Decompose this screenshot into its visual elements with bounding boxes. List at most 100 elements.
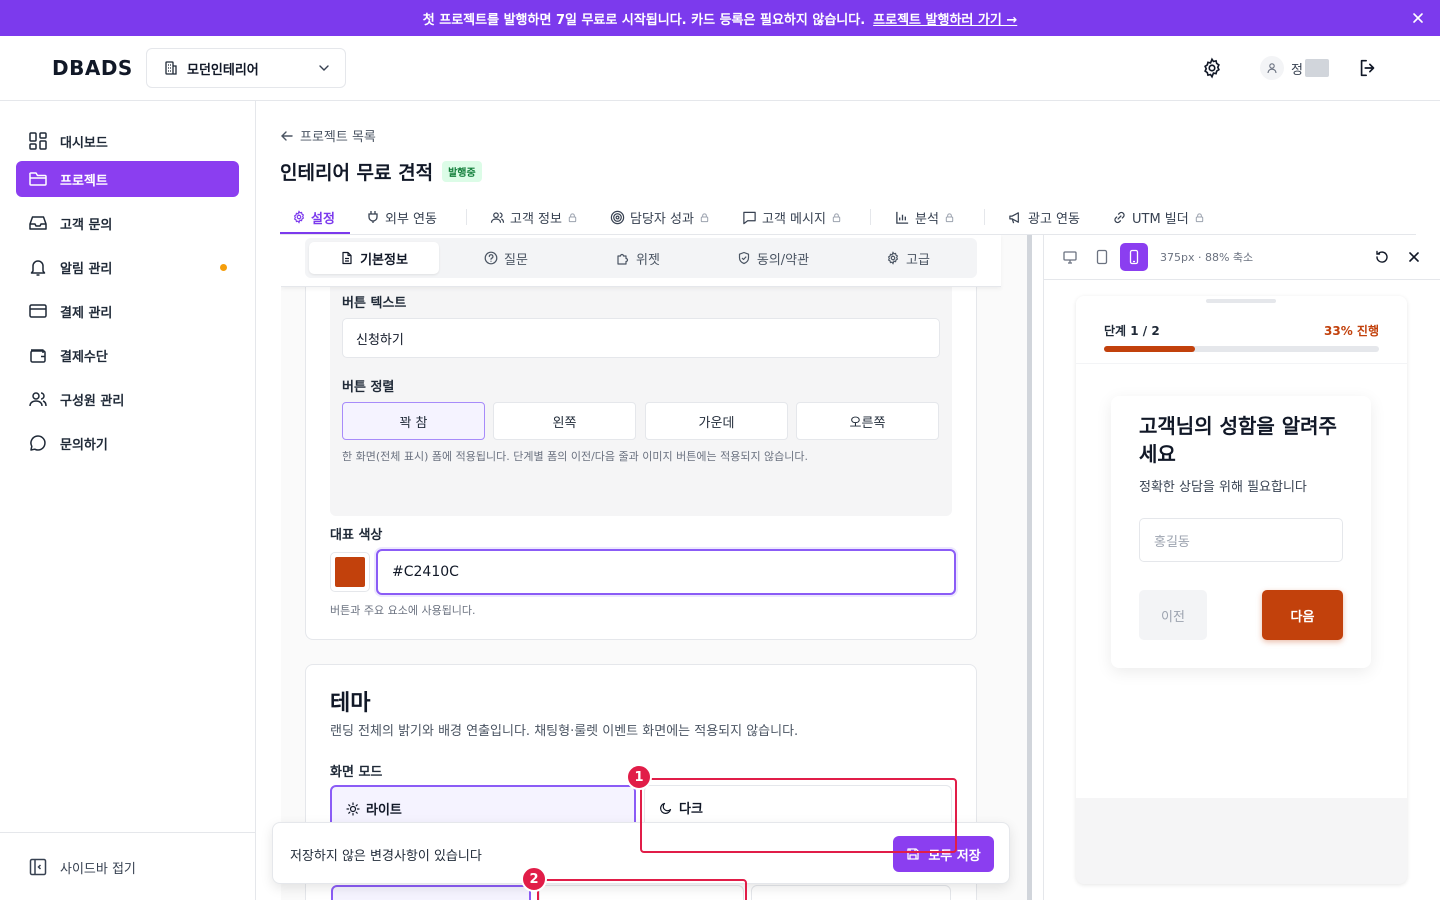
- sidebar-collapse-button[interactable]: 사이드바 접기: [28, 857, 136, 877]
- moon-icon: [659, 801, 673, 815]
- progress-bar-fill: [1104, 346, 1195, 352]
- theme-title: 테마: [330, 691, 371, 716]
- tab-ad-integration[interactable]: 광고 연동: [1008, 200, 1080, 234]
- lock-icon: [1194, 212, 1205, 223]
- subtab-widget[interactable]: 위젯: [573, 242, 703, 274]
- sidebar-item-projects[interactable]: 프로젝트: [16, 161, 239, 197]
- preview-panel: 375px · 88% 축소 단계 1 / 2 33% 진행 고객님의 성함을 …: [1044, 235, 1440, 900]
- sidebar-item-billing[interactable]: 결제 관리: [16, 293, 239, 329]
- tab-integrations[interactable]: 외부 연동: [366, 200, 437, 234]
- sidebar-item-notifications[interactable]: 알림 관리: [16, 249, 239, 285]
- option-card[interactable]: [751, 885, 951, 900]
- preview-toolbar: 375px · 88% 축소: [1044, 235, 1440, 280]
- button-text-input[interactable]: 신청하기: [342, 318, 940, 358]
- align-left-button[interactable]: 왼쪽: [493, 402, 636, 440]
- sidebar-item-inquiries[interactable]: 고객 문의: [16, 205, 239, 241]
- document-icon: [340, 251, 354, 265]
- theme-description: 랜딩 전체의 밝기와 배경 연출입니다. 채팅형·룰렛 이벤트 화면에는 적용되…: [330, 724, 799, 739]
- align-hint: 한 화면(전체 표시) 폼에 적용됩니다. 단계별 폼의 이전/다음 줄과 이미…: [342, 450, 809, 463]
- subtab-consent[interactable]: 동의/약관: [705, 242, 841, 274]
- status-badge: 발행중: [442, 161, 482, 182]
- sidebar-item-dashboard[interactable]: 대시보드: [16, 123, 239, 159]
- tab-utm-builder[interactable]: UTM 빌더: [1112, 200, 1205, 234]
- lock-icon: [944, 212, 955, 223]
- tab-agent-performance[interactable]: 담당자 성과: [610, 200, 710, 234]
- align-right-button[interactable]: 오른쪽: [796, 402, 939, 440]
- preview-page: 단계 1 / 2 33% 진행 고객님의 성함을 알려주세요 정확한 상담을 위…: [1076, 296, 1407, 798]
- project-selector[interactable]: 모던인테리어: [146, 48, 346, 88]
- align-full-button[interactable]: 꽉 참: [342, 402, 485, 440]
- subtab-basic-info[interactable]: 기본정보: [309, 242, 439, 274]
- lock-icon: [831, 212, 842, 223]
- subtab-questions[interactable]: 질문: [441, 242, 571, 274]
- device-tablet-button[interactable]: [1088, 243, 1116, 271]
- close-icon[interactable]: [1410, 10, 1426, 26]
- tab-separator: [984, 209, 985, 225]
- step-indicator: 단계 1 / 2: [1104, 324, 1160, 338]
- progress-bar: [1104, 346, 1379, 352]
- close-icon[interactable]: [1406, 249, 1422, 265]
- gear-icon[interactable]: [1200, 56, 1224, 80]
- editor-scrollbar[interactable]: [1027, 235, 1032, 900]
- users-icon: [28, 389, 48, 409]
- lock-icon: [699, 212, 710, 223]
- building-icon: [163, 60, 179, 76]
- notification-dot: [220, 264, 227, 271]
- subtabs-bar: 기본정보 질문 위젯 동의/약관 고급: [281, 235, 1001, 287]
- card-icon: [28, 301, 48, 321]
- bell-icon: [28, 257, 48, 277]
- name-input[interactable]: 홍길동: [1139, 518, 1343, 562]
- users-icon: [490, 210, 505, 225]
- device-mobile-button[interactable]: [1120, 243, 1148, 271]
- logo[interactable]: DBADS: [52, 56, 133, 80]
- subtabs: 기본정보 질문 위젯 동의/약관 고급: [305, 238, 977, 278]
- chevron-down-icon: [317, 61, 331, 75]
- target-icon: [610, 210, 625, 225]
- color-swatch[interactable]: [330, 552, 370, 592]
- next-button[interactable]: 다음: [1262, 590, 1343, 640]
- annotation-marker-1: 1: [626, 764, 652, 790]
- message-icon: [742, 210, 757, 225]
- prev-button[interactable]: 이전: [1139, 590, 1207, 640]
- button-settings-card: 버튼 텍스트 신청하기 버튼 정렬 꽉 참 왼쪽 가운데 오른쪽 한 화면(전체…: [305, 246, 977, 640]
- tablet-icon: [1094, 249, 1110, 265]
- save-all-button[interactable]: 모두 저장: [893, 836, 994, 872]
- tab-separator: [466, 209, 467, 225]
- sidebar-item-contact[interactable]: 문의하기: [16, 425, 239, 461]
- dashboard-icon: [28, 131, 48, 151]
- arrow-left-icon: [280, 129, 294, 143]
- inbox-icon: [28, 213, 48, 233]
- align-center-button[interactable]: 가운데: [645, 402, 788, 440]
- tab-customer-messages[interactable]: 고객 메시지: [742, 200, 842, 234]
- user-icon: [1266, 62, 1278, 74]
- tab-settings[interactable]: 설정: [292, 200, 335, 234]
- redacted-name: [1304, 59, 1329, 77]
- settings-editor: 기본정보 질문 위젯 동의/약관 고급 버튼 텍스트 신청하기 버튼 정렬 꽉 …: [281, 235, 1027, 900]
- unsaved-changes-bar: 저장하지 않은 변경사항이 있습니다 모두 저장: [272, 822, 1010, 884]
- option-card-selected[interactable]: [331, 885, 531, 900]
- sidebar-item-members[interactable]: 구성원 관리: [16, 381, 239, 417]
- device-desktop-button[interactable]: [1056, 243, 1084, 271]
- subtab-advanced[interactable]: 고급: [843, 242, 973, 274]
- sidebar-item-payment-methods[interactable]: 결제수단: [16, 337, 239, 373]
- color-input[interactable]: #C2410C: [376, 549, 956, 595]
- back-to-projects-link[interactable]: 프로젝트 목록: [280, 126, 376, 145]
- banner-text: 첫 프로젝트를 발행하면 7일 무료로 시작됩니다. 카드 등록은 필요하지 않…: [422, 12, 866, 28]
- user-menu[interactable]: 정: [1260, 56, 1329, 80]
- color-swatch-fill: [335, 557, 365, 587]
- form-question: 고객님의 성함을 알려주세요: [1139, 414, 1337, 466]
- mobile-icon: [1126, 249, 1142, 265]
- sidebar-footer: 사이드바 접기: [0, 832, 255, 900]
- tab-analytics[interactable]: 분석: [895, 200, 955, 234]
- option-card[interactable]: [539, 885, 744, 900]
- preview-divider: [1076, 363, 1407, 364]
- sidebar: 대시보드 프로젝트 고객 문의 알림 관리 결제 관리 결제수단 구성원 관리 …: [0, 101, 256, 900]
- tab-customer-info[interactable]: 고객 정보: [490, 200, 578, 234]
- logout-icon[interactable]: [1356, 56, 1380, 80]
- progress-percent: 33% 진행: [1324, 324, 1379, 338]
- monitor-icon: [1062, 249, 1078, 265]
- refresh-icon[interactable]: [1374, 249, 1390, 265]
- banner-publish-link[interactable]: 프로젝트 발행하러 가기 →: [873, 9, 1017, 28]
- button-text-label: 버튼 텍스트: [342, 296, 407, 311]
- project-title: 인테리어 무료 견적: [280, 162, 434, 184]
